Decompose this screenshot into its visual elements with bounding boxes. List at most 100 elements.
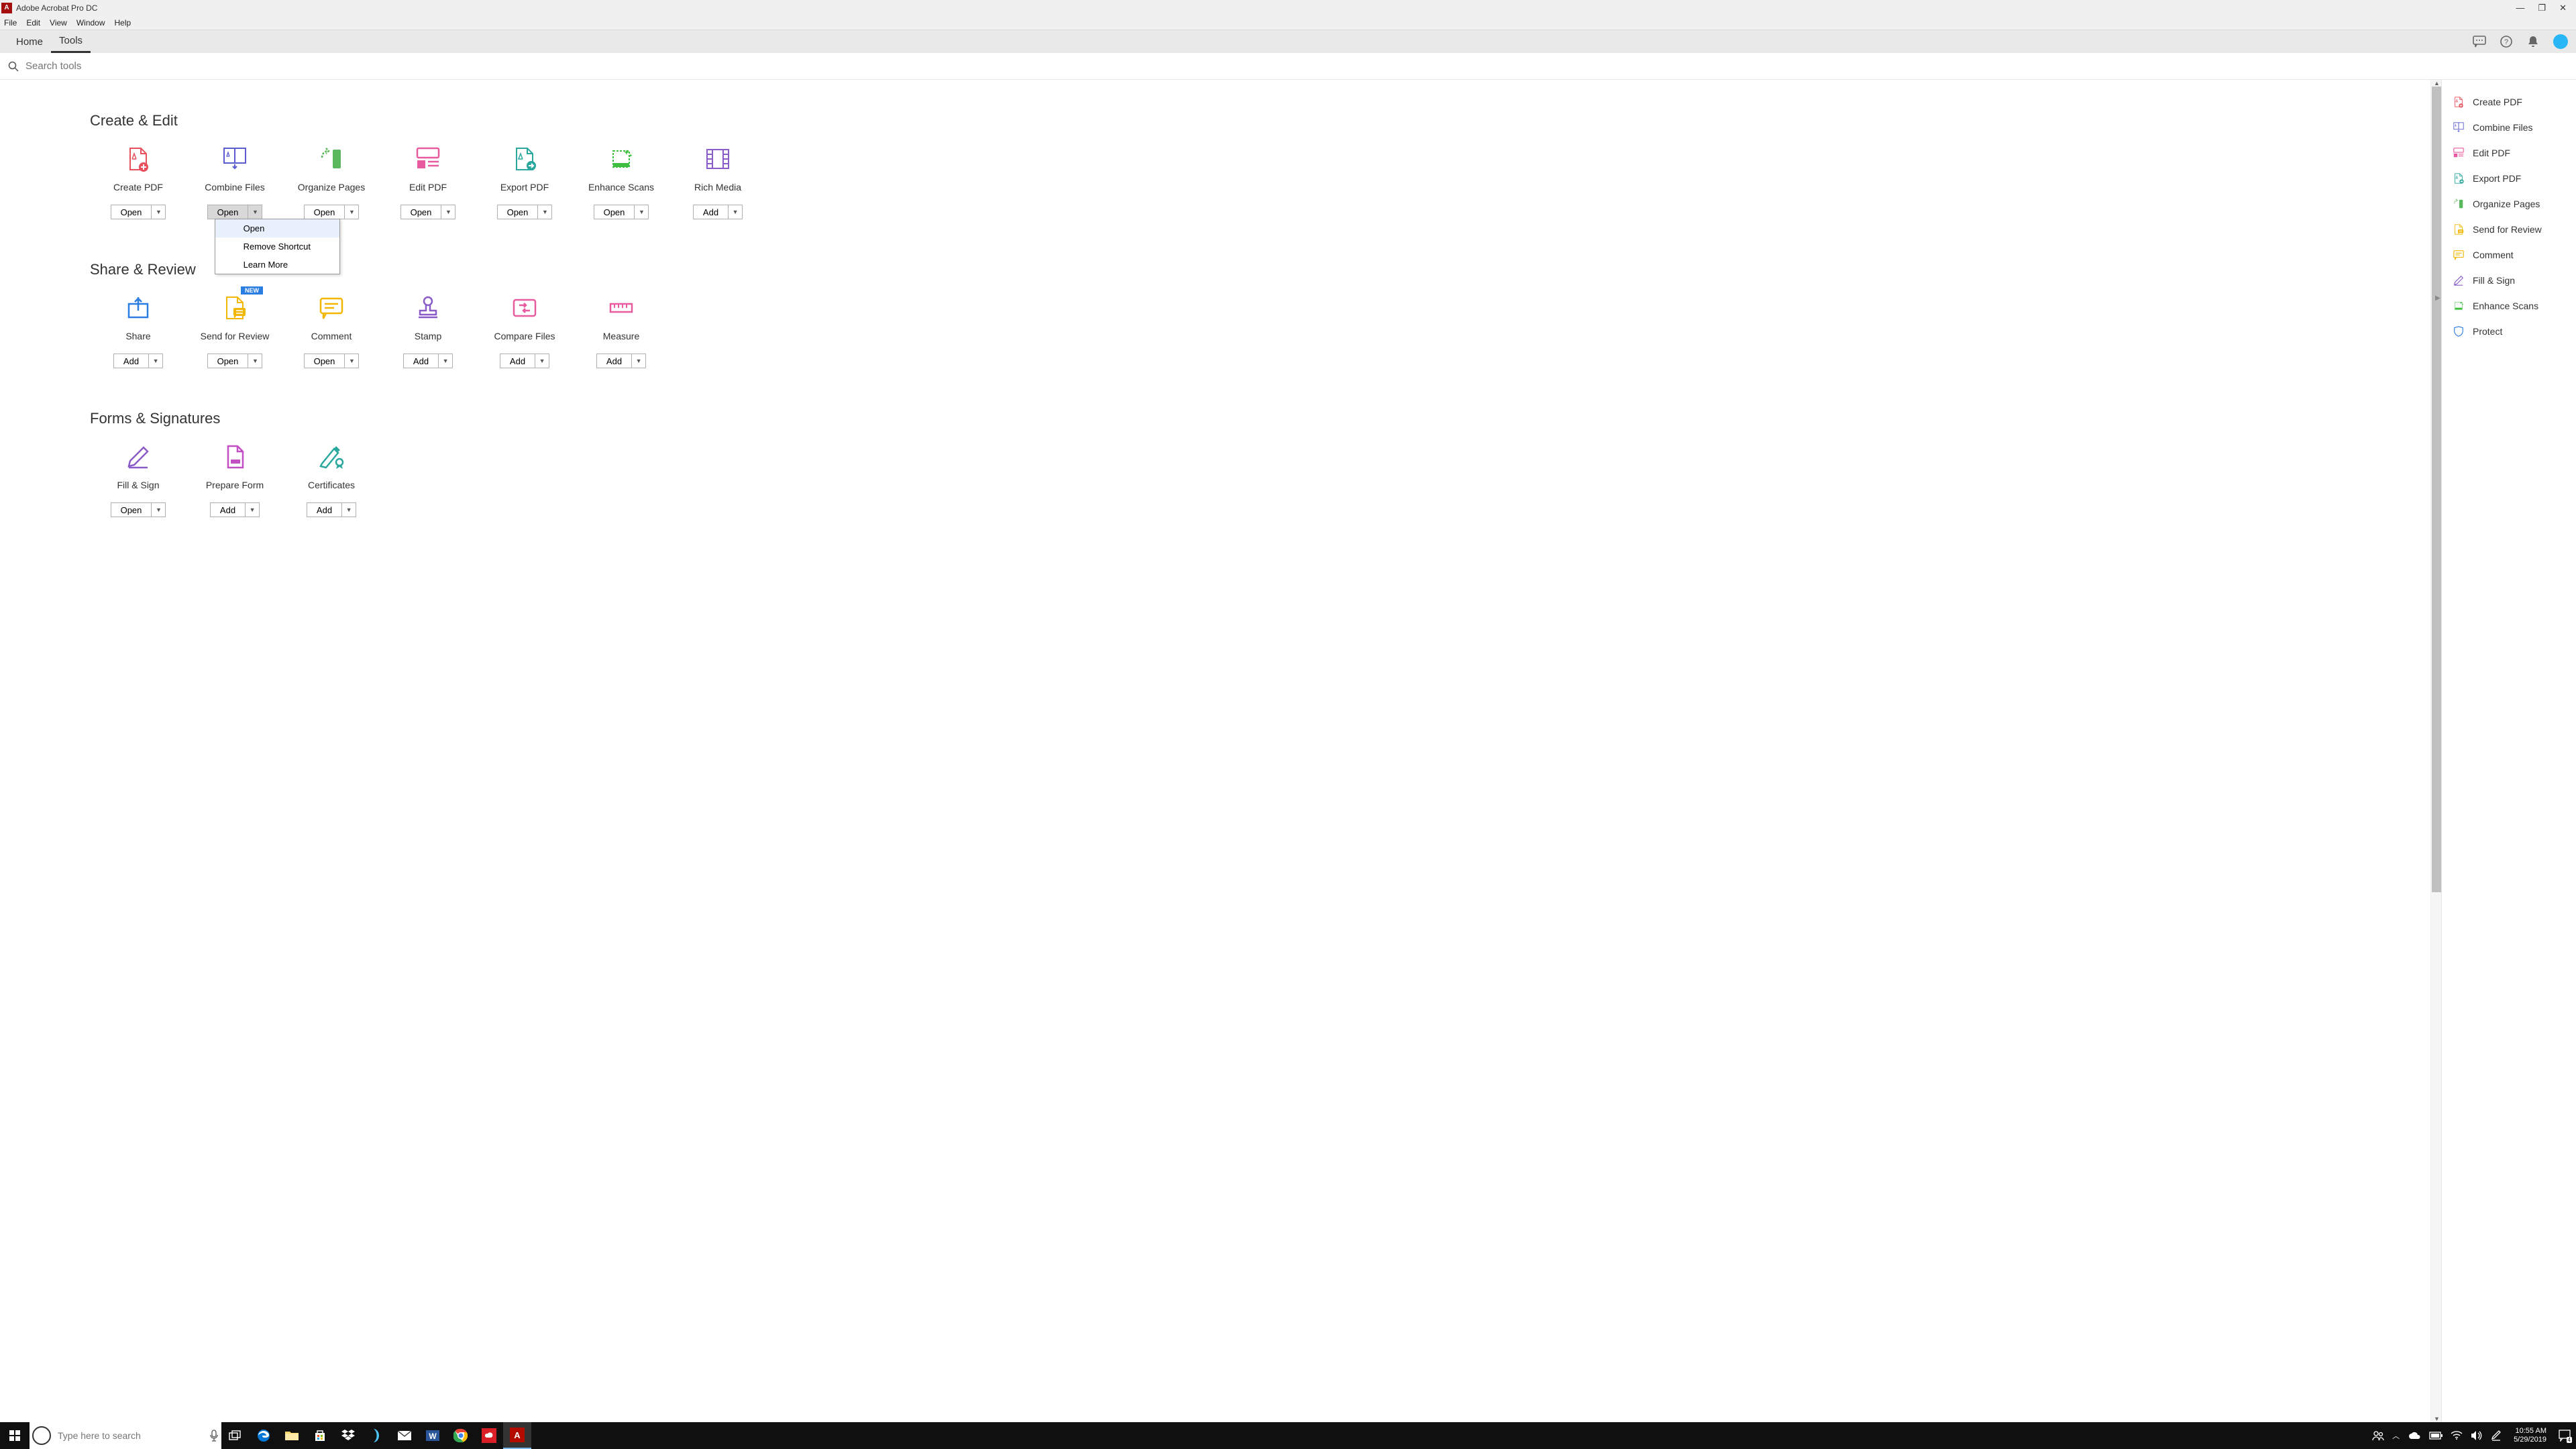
compare-icon[interactable] — [511, 294, 538, 321]
tool-button-main[interactable]: Add — [404, 354, 439, 368]
notifications-icon[interactable] — [2526, 35, 2540, 48]
right-panel-item-export-pdf[interactable]: Export PDF — [2449, 166, 2569, 191]
stamp-icon[interactable] — [415, 294, 441, 321]
edit-pdf-icon[interactable] — [415, 146, 441, 172]
menu-help[interactable]: Help — [115, 18, 131, 28]
menu-view[interactable]: View — [50, 18, 67, 28]
tool-button-dropdown[interactable]: ▼ — [439, 354, 452, 368]
tool-button-main[interactable]: Open — [111, 205, 152, 219]
tool-button-main[interactable]: Add — [500, 354, 535, 368]
task-view-icon[interactable] — [221, 1422, 250, 1449]
rich-media-icon[interactable] — [704, 146, 731, 172]
action-center-icon[interactable]: 4 — [2559, 1430, 2571, 1442]
tool-button-dropdown[interactable]: ▼ — [152, 503, 165, 517]
tool-button-dropdown[interactable]: ▼ — [248, 205, 262, 219]
panel-toggle[interactable]: ▶ — [2435, 294, 2440, 302]
right-panel-item-protect[interactable]: Protect — [2449, 319, 2569, 344]
menu-window[interactable]: Window — [76, 18, 105, 28]
right-panel-item-enhance[interactable]: Enhance Scans — [2449, 293, 2569, 319]
dropdown-item[interactable]: Learn More — [215, 256, 339, 274]
enhance-icon[interactable] — [608, 146, 635, 172]
scrollbar-thumb[interactable] — [2432, 87, 2441, 892]
organize-icon[interactable] — [318, 146, 345, 172]
store-icon[interactable] — [306, 1422, 334, 1449]
tray-chevron-icon[interactable]: ︿ — [2392, 1430, 2400, 1441]
mail-icon[interactable] — [390, 1422, 419, 1449]
tool-button-main[interactable]: Open — [305, 205, 345, 219]
combine-icon[interactable] — [221, 146, 248, 172]
right-panel-item-edit-pdf[interactable]: Edit PDF — [2449, 140, 2569, 166]
tab-tools[interactable]: Tools — [51, 30, 91, 53]
menu-file[interactable]: File — [4, 18, 17, 28]
creative-cloud-icon[interactable] — [475, 1422, 503, 1449]
dropbox-icon[interactable] — [334, 1422, 362, 1449]
certificates-icon[interactable] — [318, 443, 345, 470]
tool-button-dropdown[interactable]: ▼ — [152, 205, 165, 219]
user-avatar[interactable] — [2553, 34, 2568, 49]
help-icon[interactable]: ? — [2500, 35, 2513, 48]
tool-button-main[interactable]: Open — [208, 205, 249, 219]
tool-button-main[interactable]: Add — [211, 503, 246, 517]
tool-button-main[interactable]: Open — [111, 503, 152, 517]
measure-icon[interactable] — [608, 294, 635, 321]
tool-button-main[interactable]: Add — [114, 354, 149, 368]
dropdown-item[interactable]: Open — [215, 219, 339, 237]
tool-button-main[interactable]: Open — [401, 205, 442, 219]
fill-sign-icon[interactable] — [125, 443, 152, 470]
tool-button-dropdown[interactable]: ▼ — [342, 503, 356, 517]
right-panel-item-combine[interactable]: Combine Files — [2449, 115, 2569, 140]
tool-button-dropdown[interactable]: ▼ — [149, 354, 162, 368]
acrobat-taskbar-icon[interactable]: A — [503, 1422, 531, 1449]
tool-button-dropdown[interactable]: ▼ — [248, 354, 262, 368]
scrollbar-track[interactable]: ▲ ▼ — [2430, 80, 2441, 1422]
edge-icon[interactable] — [250, 1422, 278, 1449]
share-icon[interactable] — [125, 294, 152, 321]
start-button[interactable] — [0, 1422, 30, 1449]
tool-button-main[interactable]: Add — [597, 354, 632, 368]
ink-icon[interactable] — [2491, 1430, 2502, 1442]
tool-button-dropdown[interactable]: ▼ — [441, 205, 455, 219]
close-button[interactable]: ✕ — [2559, 3, 2567, 13]
taskbar-clock[interactable]: 10:55 AM 5/29/2019 — [2510, 1427, 2551, 1444]
tool-button-main[interactable]: Open — [208, 354, 249, 368]
chrome-icon[interactable] — [447, 1422, 475, 1449]
export-pdf-icon[interactable] — [511, 146, 538, 172]
tool-button-dropdown[interactable]: ▼ — [535, 354, 549, 368]
minimize-button[interactable]: — — [2516, 3, 2524, 13]
tool-button-dropdown[interactable]: ▼ — [345, 354, 358, 368]
app-icon-1[interactable] — [362, 1422, 390, 1449]
maximize-button[interactable]: ❐ — [2538, 3, 2546, 13]
search-input[interactable] — [25, 60, 294, 72]
right-panel-item-create-pdf[interactable]: Create PDF — [2449, 89, 2569, 115]
tool-button-dropdown[interactable]: ▼ — [635, 205, 648, 219]
dropdown-item[interactable]: Remove Shortcut — [215, 237, 339, 256]
comment-icon[interactable] — [318, 294, 345, 321]
taskbar-search[interactable] — [30, 1422, 221, 1449]
tool-button-dropdown[interactable]: ▼ — [246, 503, 259, 517]
tool-button-main[interactable]: Open — [594, 205, 635, 219]
right-panel-item-organize[interactable]: Organize Pages — [2449, 191, 2569, 217]
messages-icon[interactable] — [2473, 35, 2486, 48]
tab-home[interactable]: Home — [8, 30, 51, 53]
right-panel-item-fill-sign[interactable]: Fill & Sign — [2449, 268, 2569, 293]
right-panel-item-comment[interactable]: Comment — [2449, 242, 2569, 268]
people-icon[interactable] — [2372, 1430, 2384, 1442]
tool-button-dropdown[interactable]: ▼ — [538, 205, 551, 219]
taskbar-search-input[interactable] — [58, 1430, 209, 1441]
tool-button-main[interactable]: Add — [694, 205, 729, 219]
word-icon[interactable]: W — [419, 1422, 447, 1449]
create-pdf-icon[interactable] — [125, 146, 152, 172]
battery-icon[interactable] — [2429, 1432, 2443, 1440]
onedrive-icon[interactable] — [2408, 1431, 2421, 1440]
menu-edit[interactable]: Edit — [26, 18, 40, 28]
wifi-icon[interactable] — [2451, 1431, 2463, 1440]
tool-button-dropdown[interactable]: ▼ — [345, 205, 358, 219]
volume-icon[interactable] — [2471, 1430, 2483, 1441]
tool-button-main[interactable]: Add — [307, 503, 342, 517]
tool-button-dropdown[interactable]: ▼ — [729, 205, 742, 219]
tool-button-dropdown[interactable]: ▼ — [632, 354, 645, 368]
mic-icon[interactable] — [209, 1429, 219, 1442]
right-panel-item-send-review[interactable]: Send for Review — [2449, 217, 2569, 242]
send-review-icon[interactable] — [221, 294, 248, 321]
tool-button-main[interactable]: Open — [498, 205, 539, 219]
